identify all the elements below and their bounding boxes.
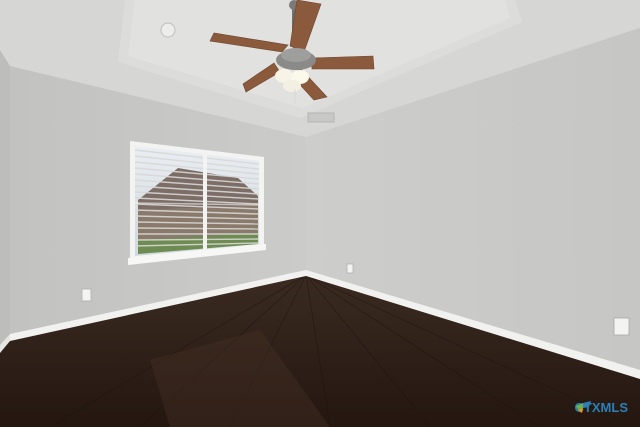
smoke-detector [160,22,176,38]
outlet-left [81,288,92,302]
fan-blade [310,55,375,70]
outlet-center [346,263,354,274]
room-photo: CTXMLS [0,0,640,427]
room-illustration [0,0,640,427]
window [128,141,266,265]
ceiling-vent [307,112,335,123]
outlet-right [613,317,630,336]
ctxmls-watermark: CTXMLS [575,400,628,415]
side-wall-left [0,50,10,352]
ctxmls-logo-icon [575,401,591,413]
